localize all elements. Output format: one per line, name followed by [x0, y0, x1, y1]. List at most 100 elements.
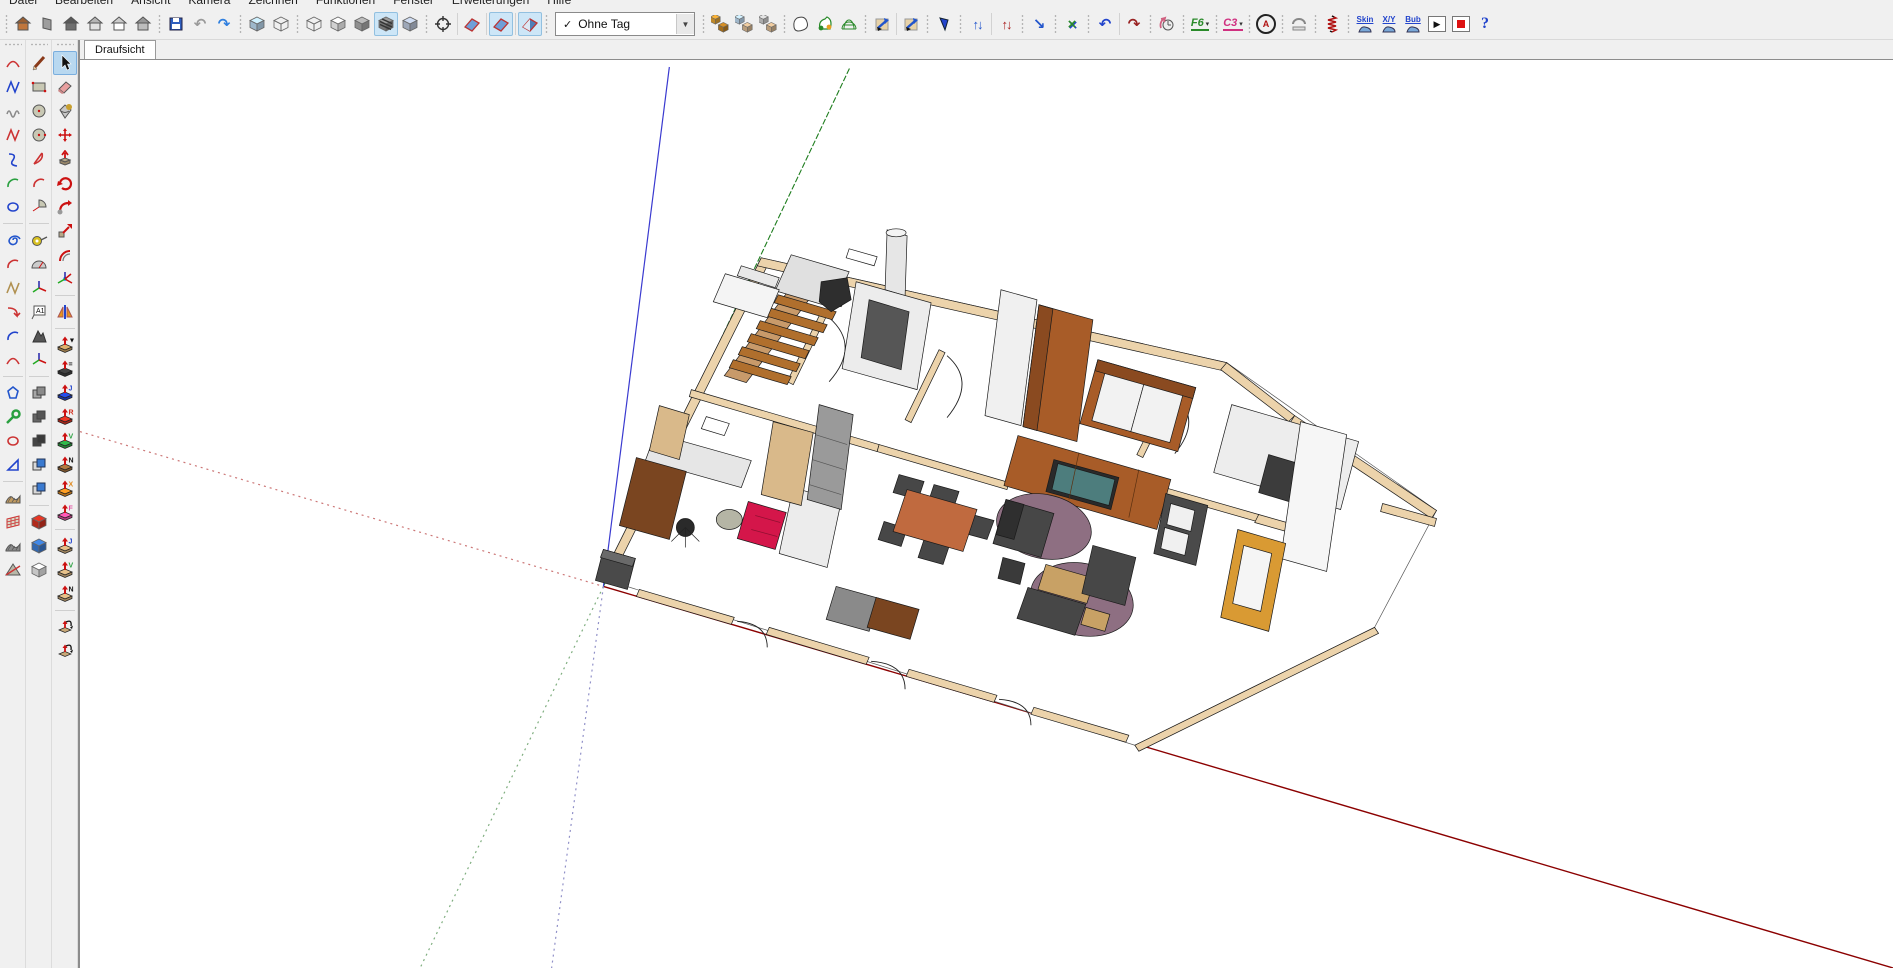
follow-me-tool[interactable]	[53, 195, 77, 219]
arc-2pt-tool[interactable]	[27, 171, 51, 195]
curve-uarc-tool[interactable]	[1, 324, 25, 348]
tool-face-triangle-button[interactable]	[932, 12, 956, 36]
tool-export-a-button[interactable]	[870, 12, 894, 36]
section-plane-tool-button[interactable]	[431, 12, 455, 36]
menu-kamera[interactable]: Kamera	[179, 0, 239, 7]
jpp-tan-n-tool[interactable]: N	[53, 582, 77, 606]
components-tool[interactable]	[27, 381, 51, 405]
circle-tool[interactable]	[27, 99, 51, 123]
menu-hilfe[interactable]: Hilfe	[538, 0, 580, 7]
select-tool[interactable]	[53, 51, 77, 75]
axes-tool[interactable]	[27, 348, 51, 372]
tool-drape-button[interactable]	[813, 12, 837, 36]
paint-bucket-tool[interactable]	[53, 99, 77, 123]
tag-dropdown-arrow-icon[interactable]: ▼	[676, 14, 694, 34]
box-red-tool[interactable]	[27, 510, 51, 534]
jpp-normal-tool[interactable]: ▼	[53, 333, 77, 357]
toolbar-grip[interactable]	[1086, 14, 1091, 34]
toolbar-grip[interactable]	[701, 14, 706, 34]
jpp-vector-tool[interactable]: V	[53, 429, 77, 453]
display-section-planes-button[interactable]	[460, 12, 484, 36]
toolbar-grip[interactable]	[238, 14, 243, 34]
menu-datei[interactable]: Datei	[0, 0, 46, 7]
menu-funktionen[interactable]: Funktionen	[307, 0, 384, 7]
triangle-tool[interactable]	[1, 453, 25, 477]
jpp-tan-v-tool[interactable]: V	[53, 558, 77, 582]
toolbar-grip[interactable]	[925, 14, 930, 34]
toolbar-grip[interactable]	[1053, 14, 1058, 34]
display-section-fill-button[interactable]	[518, 12, 542, 36]
menu-bearbeiten[interactable]: Bearbeiten	[46, 0, 122, 7]
view-front-icon[interactable]	[83, 12, 107, 36]
rotate-tool[interactable]	[53, 171, 77, 195]
polygon-tool[interactable]	[27, 123, 51, 147]
mirror-tool[interactable]	[53, 300, 77, 324]
tool-diagonal-arrow-button[interactable]: ↘	[1027, 12, 1051, 36]
curve-nspline-tool[interactable]	[1, 75, 25, 99]
3d-text-tool[interactable]	[27, 324, 51, 348]
toolbar-grip[interactable]	[1181, 14, 1186, 34]
tool-curl-blue-button[interactable]: ↶	[1093, 12, 1117, 36]
style-xray-button[interactable]	[245, 12, 269, 36]
help-button[interactable]: ?	[1473, 12, 1497, 36]
curve-zigzag-tool[interactable]	[1, 276, 25, 300]
save-button[interactable]	[164, 12, 188, 36]
jpp-normal2-tool[interactable]: N	[53, 453, 77, 477]
move-tool[interactable]	[53, 123, 77, 147]
tool-shape-blob-button[interactable]	[789, 12, 813, 36]
rectangle-tool[interactable]	[27, 75, 51, 99]
tool-arc-lid-button[interactable]	[1287, 12, 1311, 36]
tool-arrows-blue-button[interactable]: ↑↓	[965, 12, 989, 36]
offset-tool[interactable]	[53, 243, 77, 267]
tool-xy-cross-button[interactable]: ×	[1060, 12, 1084, 36]
protractor-tool[interactable]	[27, 252, 51, 276]
menu-fenster[interactable]: Fenster	[384, 0, 443, 7]
menu-erweiterungen[interactable]: Erweiterungen	[443, 0, 538, 7]
jpp-curve2-tool[interactable]	[53, 639, 77, 663]
curve-scurve-tool[interactable]	[1, 147, 25, 171]
pencil-tool[interactable]	[27, 51, 51, 75]
palette-grip[interactable]	[30, 43, 48, 49]
jpp-extrude-tool[interactable]: X	[53, 477, 77, 501]
style-shaded-textures-button[interactable]	[374, 12, 398, 36]
view-iso-icon[interactable]	[11, 12, 35, 36]
tool-spring-button[interactable]	[1320, 12, 1344, 36]
view-home-icon[interactable]	[59, 12, 83, 36]
arc-bow-tool[interactable]	[27, 147, 51, 171]
toolbar-grip[interactable]	[1214, 14, 1219, 34]
jpp-round-tool[interactable]: R	[53, 405, 77, 429]
view-back-icon[interactable]	[107, 12, 131, 36]
tool-bub-button[interactable]: Bub	[1401, 12, 1425, 36]
style-wireframe-button[interactable]	[302, 12, 326, 36]
tool-skin-button[interactable]: Skin	[1353, 12, 1377, 36]
tool-soap-skin-button[interactable]	[837, 12, 861, 36]
pages-blue-tool[interactable]	[27, 477, 51, 501]
jpp-tan-j-tool[interactable]: J	[53, 534, 77, 558]
toolbar-grip[interactable]	[424, 14, 429, 34]
jpp-joint-tool[interactable]: J	[53, 381, 77, 405]
toolbar-grip[interactable]	[1247, 14, 1252, 34]
tool-xy-button[interactable]: X/Y	[1377, 12, 1401, 36]
curve-arc3-tool[interactable]	[1, 348, 25, 372]
menu-ansicht[interactable]: Ansicht	[122, 0, 179, 7]
toolbar-grip[interactable]	[4, 14, 9, 34]
style-hidden-line-button[interactable]	[326, 12, 350, 36]
text-tool[interactable]: A1	[27, 300, 51, 324]
curve-wave-tool[interactable]	[1, 123, 25, 147]
toolbar-grip[interactable]	[782, 14, 787, 34]
make-group-tool[interactable]	[27, 405, 51, 429]
style-back-edges-button[interactable]	[269, 12, 293, 36]
sandbox-terrain-tool[interactable]	[1, 486, 25, 510]
sandbox-grid-tool[interactable]	[1, 510, 25, 534]
scale-tool[interactable]	[53, 219, 77, 243]
tool-arrows-red-button[interactable]: ↑↓	[994, 12, 1018, 36]
ellipse-tool[interactable]	[1, 429, 25, 453]
curve-rounded-rect-tool[interactable]	[1, 195, 25, 219]
toolbar-grip[interactable]	[1313, 14, 1318, 34]
toolbar-grip[interactable]	[1346, 14, 1351, 34]
jpp-curve1-tool[interactable]	[53, 615, 77, 639]
style-monochrome-button[interactable]	[398, 12, 422, 36]
push-pull-tool[interactable]	[53, 147, 77, 171]
curve-spiral-tool[interactable]	[1, 228, 25, 252]
solid-outer-shell-button[interactable]	[708, 12, 732, 36]
